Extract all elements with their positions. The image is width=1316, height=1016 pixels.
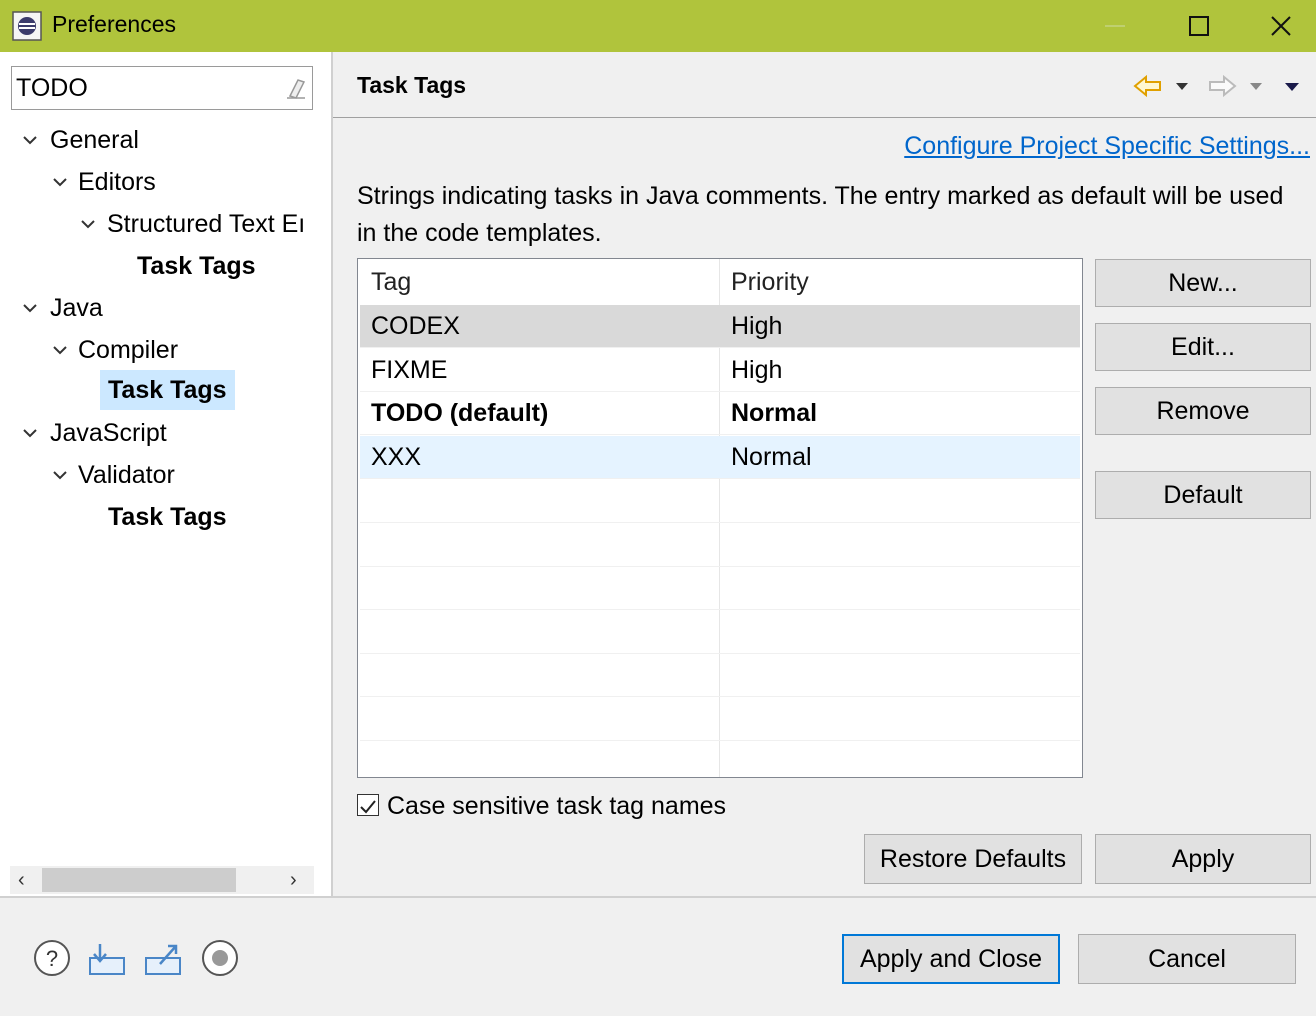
- forward-dropdown-icon[interactable]: [1249, 82, 1263, 92]
- cancel-button[interactable]: Cancel: [1078, 934, 1296, 984]
- case-sensitive-label: Case sensitive task tag names: [387, 792, 727, 820]
- maximize-button[interactable]: [1156, 0, 1242, 52]
- apply-button[interactable]: Apply: [1095, 834, 1311, 884]
- chevron-down-icon[interactable]: [22, 302, 38, 314]
- case-sensitive-checkbox[interactable]: [357, 794, 379, 816]
- task-tags-page: Task Tags Configure Project Specific Set…: [333, 52, 1316, 896]
- chevron-down-icon[interactable]: [52, 469, 68, 481]
- chevron-down-icon[interactable]: [52, 176, 68, 188]
- empty-row-line: [360, 609, 1080, 610]
- scroll-left-icon[interactable]: ‹: [18, 869, 25, 891]
- remove-tag-button[interactable]: Remove: [1095, 387, 1311, 435]
- page-description: Strings indicating tasks in Java comment…: [357, 182, 1284, 247]
- chevron-down-icon[interactable]: [22, 427, 38, 439]
- table-row[interactable]: FIXME High: [360, 349, 1080, 392]
- table-row[interactable]: TODO (default) Normal: [360, 392, 1080, 435]
- chevron-down-icon[interactable]: [80, 218, 96, 230]
- tree-item-editors[interactable]: Editors: [0, 162, 332, 202]
- tree-item-compiler[interactable]: Compiler: [0, 330, 332, 370]
- preferences-tree-panel: General Editors Structured Text Eı Task …: [0, 52, 332, 896]
- view-menu-icon[interactable]: [1284, 82, 1300, 93]
- priority-cell: Normal: [731, 443, 812, 471]
- record-icon[interactable]: [200, 938, 240, 978]
- new-tag-button[interactable]: New...: [1095, 259, 1311, 307]
- restore-defaults-button[interactable]: Restore Defaults: [864, 834, 1082, 884]
- tag-cell: CODEX: [371, 312, 460, 340]
- table-row[interactable]: CODEX High: [360, 305, 1080, 348]
- scroll-right-icon[interactable]: ›: [290, 869, 297, 891]
- tree-label: Task Tags: [137, 252, 256, 280]
- import-icon[interactable]: [86, 938, 128, 978]
- priority-cell: High: [731, 356, 783, 384]
- tree-item-javascript[interactable]: JavaScript: [0, 413, 332, 453]
- empty-row-line: [360, 740, 1080, 741]
- tree-label: General: [50, 126, 139, 154]
- priority-cell: High: [731, 312, 783, 340]
- back-arrow-icon[interactable]: [1133, 74, 1163, 98]
- dialog-button-bar: ? Apply and Close Cancel: [0, 898, 1316, 1016]
- clear-filter-icon[interactable]: [284, 76, 308, 107]
- default-tag-button[interactable]: Default: [1095, 471, 1311, 519]
- minimize-button[interactable]: [1072, 0, 1158, 52]
- tree-item-java[interactable]: Java: [0, 288, 332, 328]
- tree-label: JavaScript: [50, 419, 167, 447]
- empty-row-line: [360, 566, 1080, 567]
- column-header-tag[interactable]: Tag: [371, 259, 411, 305]
- scrollbar-thumb[interactable]: [42, 868, 236, 892]
- priority-cell: Normal: [731, 399, 818, 427]
- tree-label: Structured Text Eı: [107, 210, 306, 238]
- tree-item-structured-text[interactable]: Structured Text Eı: [0, 204, 332, 244]
- chevron-down-icon[interactable]: [22, 134, 38, 146]
- svg-text:?: ?: [46, 946, 58, 971]
- tree-item-general[interactable]: General: [0, 120, 332, 160]
- tree-label: Editors: [78, 168, 156, 196]
- checkmark-icon: [360, 800, 376, 814]
- empty-row-line: [360, 653, 1080, 654]
- tag-cell: TODO (default): [371, 399, 549, 427]
- empty-row-line: [360, 522, 1080, 523]
- tree-label: Validator: [78, 461, 175, 489]
- forward-arrow-icon[interactable]: [1207, 74, 1237, 98]
- export-icon[interactable]: [142, 938, 184, 978]
- tree-item-validator[interactable]: Validator: [0, 455, 332, 495]
- back-dropdown-icon[interactable]: [1175, 82, 1189, 92]
- filter-input[interactable]: [16, 73, 276, 103]
- tree-label: Task Tags: [108, 503, 227, 531]
- edit-tag-button[interactable]: Edit...: [1095, 323, 1311, 371]
- chevron-down-icon[interactable]: [52, 344, 68, 356]
- window-title: Preferences: [52, 11, 177, 37]
- tag-cell: XXX: [371, 443, 422, 471]
- filter-box: [11, 66, 313, 110]
- configure-project-settings-link[interactable]: Configure Project Specific Settings...: [904, 132, 1310, 161]
- eclipse-app-icon: [12, 11, 42, 41]
- task-tags-table[interactable]: Tag Priority CODEX High FIXME High TODO …: [357, 258, 1083, 778]
- tree-item-task-tags-compiler[interactable]: Task Tags: [0, 370, 332, 410]
- tree-label: Compiler: [78, 336, 179, 364]
- column-header-priority[interactable]: Priority: [731, 259, 809, 305]
- tree-label: Java: [50, 294, 103, 322]
- apply-and-close-button[interactable]: Apply and Close: [842, 934, 1060, 984]
- tag-cell: FIXME: [371, 356, 448, 384]
- table-row[interactable]: XXX Normal: [360, 436, 1080, 479]
- tree-horizontal-scrollbar[interactable]: ‹ ›: [10, 866, 314, 894]
- help-icon[interactable]: ?: [32, 938, 72, 978]
- tree-item-task-tags-structured[interactable]: Task Tags: [0, 246, 332, 286]
- close-button[interactable]: [1238, 0, 1316, 52]
- tree-item-task-tags-validator[interactable]: Task Tags: [0, 497, 332, 537]
- empty-row-line: [360, 696, 1080, 697]
- page-header: Task Tags: [333, 52, 1316, 118]
- tree-label-selected: Task Tags: [100, 370, 235, 410]
- title-bar: Preferences: [0, 0, 1316, 52]
- page-title: Task Tags: [357, 72, 467, 98]
